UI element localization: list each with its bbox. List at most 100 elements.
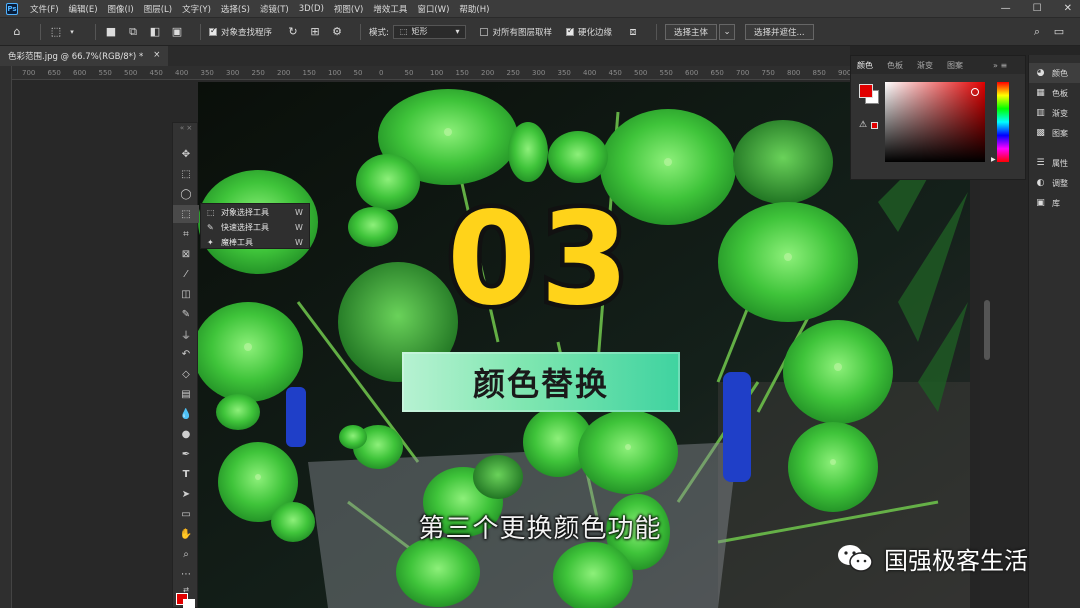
path-selection-icon[interactable]: ➤ <box>173 485 199 503</box>
background-color-swatch[interactable] <box>183 599 195 608</box>
clone-stamp-icon[interactable]: ⏚ <box>173 325 199 343</box>
select-and-mask-button[interactable]: 选择并遮住... <box>745 23 814 40</box>
minimize-button[interactable]: — <box>1001 3 1011 14</box>
gamut-color-chip[interactable] <box>871 122 878 129</box>
dock-item-swatches[interactable]: ▦ 色板 <box>1029 83 1080 103</box>
menu-file[interactable]: 文件(F) <box>30 3 59 15</box>
move-tool-icon[interactable]: ✥ <box>173 145 199 163</box>
horizontal-ruler[interactable]: 700 650 600 550 500 450 400 350 300 250 200 150 100 5… <box>12 66 850 80</box>
rectangular-marquee-icon[interactable]: ⬚ <box>173 165 199 183</box>
pen-icon[interactable]: ✒ <box>173 445 199 463</box>
warning-icon[interactable]: ⚠ <box>859 120 867 130</box>
chevron-down-icon[interactable]: ⌄ <box>719 23 736 40</box>
dock-item-color[interactable]: ◕ 颜色 <box>1029 63 1080 83</box>
shortcut-key: W <box>295 207 303 217</box>
frame-icon[interactable]: ⊠ <box>173 245 199 263</box>
document-tab[interactable]: 色彩范围.jpg @ 66.7%(RGB/8*) * × <box>0 46 169 66</box>
magic-wand-icon: ✦ <box>207 237 214 247</box>
hue-slider[interactable] <box>997 82 1009 162</box>
flyout-item-quick-selection[interactable]: ✎ 快速选择工具 W <box>201 220 309 234</box>
divider <box>656 23 657 40</box>
new-selection-icon[interactable]: ■ <box>104 25 118 39</box>
marquee-icon: ⬚ <box>399 27 408 36</box>
ruler-tick-label: 700 <box>22 69 36 77</box>
dodge-icon[interactable]: ● <box>173 425 199 443</box>
tool-preset-icon[interactable]: ⬚ <box>49 25 63 39</box>
hard-edge-checkbox[interactable] <box>565 26 574 36</box>
menu-edit[interactable]: 编辑(E) <box>69 3 98 15</box>
tab-swatches[interactable]: 色板 <box>887 60 903 71</box>
maximize-button[interactable]: ☐ <box>1033 3 1042 14</box>
dock-item-gradients[interactable]: ▥ 渐变 <box>1029 103 1080 123</box>
close-window-button[interactable]: ✕ <box>1064 3 1072 14</box>
blur-icon[interactable]: 💧 <box>173 405 199 423</box>
dock-item-properties[interactable]: ☰ 属性 <box>1029 153 1080 173</box>
zoom-icon[interactable]: ⌕ <box>173 545 199 563</box>
chevron-down-icon[interactable]: ▾ <box>65 25 79 39</box>
menu-help[interactable]: 帮助(H) <box>459 3 489 15</box>
menu-3d[interactable]: 3D(D) <box>299 4 324 14</box>
dock-item-adjustments[interactable]: ◐ 调整 <box>1029 173 1080 193</box>
lasso-icon[interactable]: ◯ <box>173 185 199 203</box>
ruler-tick-label: 650 <box>710 69 724 77</box>
dock-item-patterns[interactable]: ▩ 图案 <box>1029 123 1080 143</box>
flyout-label: 魔棒工具 <box>221 237 253 247</box>
subtract-selection-icon[interactable]: ◧ <box>148 25 162 39</box>
refresh-icon[interactable]: ↻ <box>286 25 300 39</box>
type-tool-icon[interactable]: T <box>173 465 199 483</box>
intersect-selection-icon[interactable]: ▣ <box>170 25 184 39</box>
gear-icon[interactable]: ⚙ <box>330 25 344 39</box>
dialog-icon[interactable]: ⧈ <box>626 25 640 39</box>
vertical-scrollbar[interactable] <box>984 300 990 360</box>
object-selection-tool-icon[interactable]: ⬚ <box>173 205 199 223</box>
sample-all-layers-checkbox[interactable] <box>480 27 489 36</box>
healing-brush-icon[interactable]: ◫ <box>173 285 199 303</box>
object-finder-checkbox[interactable] <box>209 26 217 36</box>
menu-filter[interactable]: 滤镜(T) <box>260 3 289 15</box>
menu-select[interactable]: 选择(S) <box>221 3 250 15</box>
gradient-tool-icon[interactable]: ▤ <box>173 385 199 403</box>
select-subject-button[interactable]: 选择主体 <box>665 23 718 40</box>
menu-window[interactable]: 窗口(W) <box>417 3 449 15</box>
foreground-color-swatch[interactable] <box>859 84 873 98</box>
ruler-tick-label: 450 <box>608 69 622 77</box>
hand-icon[interactable]: ✋ <box>173 525 199 543</box>
tab-color[interactable]: 颜色 <box>857 60 873 71</box>
object-finder-label: 对象查找程序 <box>221 27 273 38</box>
flyout-item-magic-wand[interactable]: ✦ 魔棒工具 W <box>201 235 309 249</box>
search-icon[interactable]: ⌕ <box>1030 25 1044 39</box>
menu-plugins[interactable]: 增效工具 <box>373 3 407 15</box>
home-icon[interactable]: ⌂ <box>10 25 24 39</box>
divider <box>40 23 41 40</box>
flyout-item-object-selection[interactable]: ⬚ 对象选择工具 W <box>201 205 309 219</box>
eraser-icon[interactable]: ◇ <box>173 365 199 383</box>
brush-icon[interactable]: ✎ <box>173 305 199 323</box>
ruler-tick-label: 850 <box>812 69 826 77</box>
history-brush-icon[interactable]: ↶ <box>173 345 199 363</box>
divider <box>360 23 362 40</box>
dock-item-libraries[interactable]: ▣ 库 <box>1029 193 1080 213</box>
right-panel-dock: ◕ 颜色 ▦ 色板 ▥ 渐变 ▩ 图案 ☰ 属性 ◐ 调整 ▣ 库 <box>1028 55 1080 608</box>
toolbox-collapse-icon[interactable]: « × <box>173 123 199 133</box>
mode-select[interactable]: ⬚ 矩形 ▾ <box>392 24 467 39</box>
hue-slider-handle-icon[interactable]: ▶ <box>991 156 996 163</box>
eyedropper-icon[interactable]: ⁄ <box>173 265 199 283</box>
menu-view[interactable]: 视图(V) <box>334 3 363 15</box>
vertical-ruler[interactable] <box>0 66 12 608</box>
tab-patterns[interactable]: 图案 <box>947 60 963 71</box>
show-objects-icon[interactable]: ⊞ <box>308 25 322 39</box>
add-selection-icon[interactable]: ⧉ <box>126 25 140 39</box>
workspace-icon[interactable]: ▭ <box>1052 25 1066 39</box>
menu-type[interactable]: 文字(Y) <box>182 3 211 15</box>
tab-gradients[interactable]: 渐变 <box>917 60 933 71</box>
color-field[interactable] <box>885 82 985 162</box>
crop-icon[interactable]: ⌗ <box>173 225 199 243</box>
close-tab-icon[interactable]: × <box>153 50 160 66</box>
photoshop-window: Ps 文件(F) 编辑(E) 图像(I) 图层(L) 文字(Y) 选择(S) 滤… <box>0 0 1080 608</box>
color-picker-handle[interactable] <box>971 88 979 96</box>
ruler-tick-label: 600 <box>73 69 87 77</box>
panel-menu-icon[interactable]: » ≡ <box>993 61 1007 70</box>
menu-layer[interactable]: 图层(L) <box>144 3 172 15</box>
rectangle-tool-icon[interactable]: ▭ <box>173 505 199 523</box>
menu-image[interactable]: 图像(I) <box>108 3 134 15</box>
